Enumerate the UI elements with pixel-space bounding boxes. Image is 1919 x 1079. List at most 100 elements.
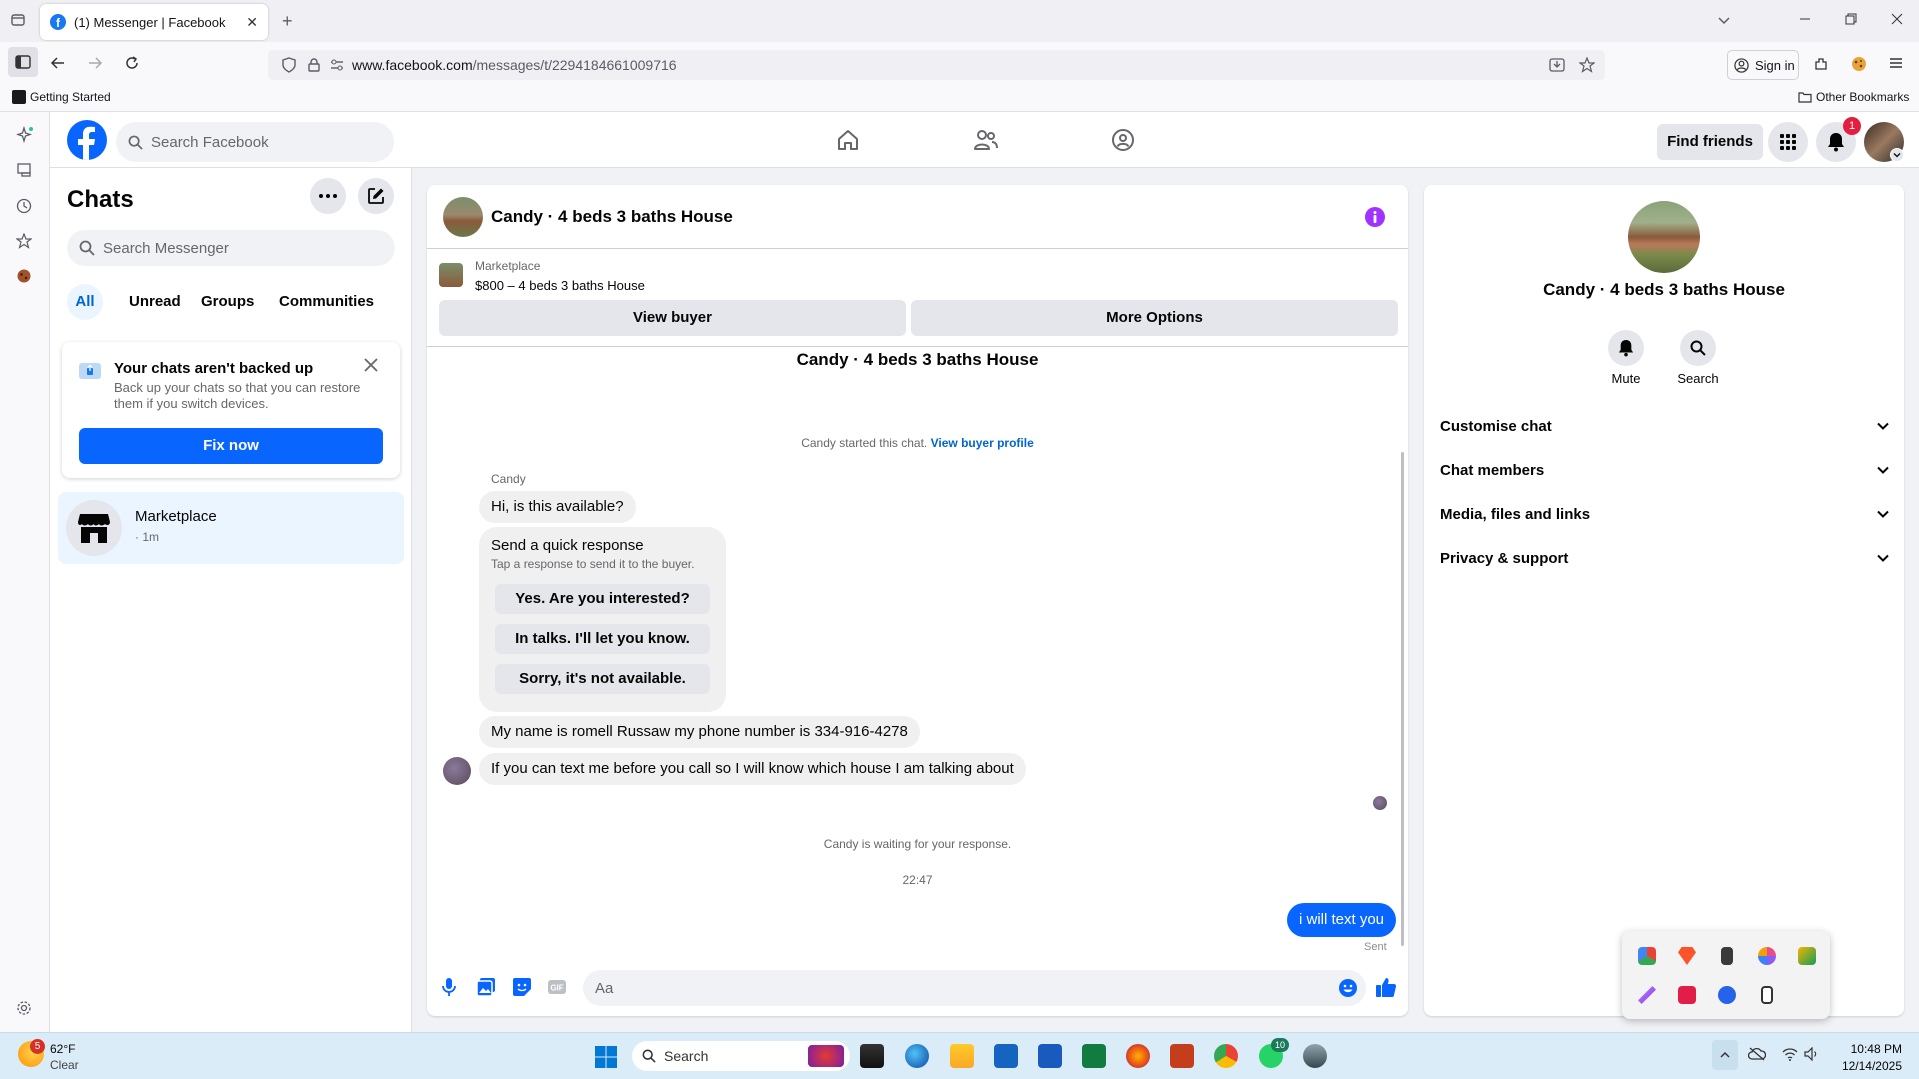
menu-grid-button[interactable] <box>1768 122 1808 162</box>
sign-in-button[interactable]: Sign in <box>1727 50 1799 80</box>
privacy-support-section[interactable]: Privacy & support <box>1440 540 1890 576</box>
quick-reply-in-talks-button[interactable]: In talks. I'll let you know. <box>495 624 710 654</box>
history-icon[interactable] <box>16 198 32 214</box>
messages-scrollbar[interactable] <box>1401 452 1404 946</box>
facebook-search-input[interactable]: Search Facebook <box>116 122 394 162</box>
message-bubble-incoming[interactable]: Hi, is this available? <box>479 491 636 523</box>
shield-icon[interactable] <box>282 57 296 73</box>
browser-tab-active[interactable]: f (1) Messenger | Facebook ✕ <box>40 4 268 40</box>
info-icon[interactable] <box>1364 206 1386 228</box>
gif-icon[interactable]: GIF <box>547 979 567 995</box>
view-buyer-button[interactable]: View buyer <box>439 300 906 336</box>
chrome-icon[interactable] <box>1214 1044 1238 1068</box>
excel-icon[interactable] <box>1082 1044 1106 1068</box>
task-view-icon[interactable] <box>860 1044 884 1068</box>
quick-reply-not-available-button[interactable]: Sorry, it's not available. <box>495 664 710 694</box>
message-bubble-incoming[interactable]: My name is romell Russaw my phone number… <box>479 716 920 748</box>
tab-list-icon[interactable] <box>10 12 26 28</box>
chat-list-item-marketplace[interactable]: Marketplace · 1m <box>58 492 404 564</box>
filter-groups-tab[interactable]: Groups <box>195 284 260 320</box>
listing-text[interactable]: $800 – 4 beds 3 baths House <box>475 278 645 293</box>
account-chevron-icon[interactable] <box>1890 148 1904 162</box>
word-icon[interactable] <box>1038 1044 1062 1068</box>
weather-desc[interactable]: Clear <box>50 1058 79 1072</box>
message-composer-input[interactable]: Aa <box>583 970 1366 1006</box>
search-in-conversation-button[interactable] <box>1680 330 1716 366</box>
restore-icon[interactable] <box>1844 12 1858 26</box>
message-bubble-incoming[interactable]: If you can text me before you call so I … <box>479 753 1026 785</box>
chat-members-section[interactable]: Chat members <box>1440 452 1890 488</box>
synced-tabs-icon[interactable] <box>16 162 32 178</box>
mute-button[interactable] <box>1608 330 1644 366</box>
taskbar-search-box[interactable]: Search <box>632 1041 850 1071</box>
voice-clip-icon[interactable] <box>441 977 457 997</box>
sender-avatar[interactable] <box>443 757 471 785</box>
messenger-search-input[interactable]: Search Messenger <box>67 230 395 266</box>
bookmark-star-icon[interactable] <box>1579 57 1595 73</box>
brave-tray-icon[interactable] <box>1678 947 1696 965</box>
show-hidden-icons-button[interactable] <box>1712 1040 1738 1070</box>
close-icon[interactable] <box>364 358 378 372</box>
forward-icon[interactable] <box>87 55 103 71</box>
extension-cookie-icon[interactable] <box>1850 55 1868 73</box>
security-tray-icon[interactable] <box>1718 986 1736 1004</box>
permissions-icon[interactable] <box>330 59 344 71</box>
emoji-icon[interactable] <box>1338 978 1358 998</box>
message-bubble-outgoing[interactable]: i will text you <box>1287 903 1397 937</box>
cookie-extension-icon[interactable] <box>16 268 32 284</box>
back-icon[interactable] <box>50 55 66 71</box>
save-to-pocket-icon[interactable] <box>1549 57 1565 73</box>
new-tab-icon[interactable]: + <box>282 12 293 30</box>
filter-communities-tab[interactable]: Communities <box>273 284 380 320</box>
chrome-tray-icon[interactable] <box>1638 947 1656 965</box>
customise-chat-section[interactable]: Customise chat <box>1440 408 1890 444</box>
onedrive-offline-icon[interactable] <box>1748 1047 1766 1061</box>
edge-icon[interactable] <box>905 1044 929 1068</box>
new-message-button[interactable] <box>358 178 394 214</box>
tab-close-icon[interactable]: ✕ <box>246 14 258 31</box>
minimize-icon[interactable] <box>1798 12 1812 26</box>
usb-device-tray-icon[interactable] <box>1721 947 1733 965</box>
volume-icon[interactable] <box>1804 1047 1820 1061</box>
wifi-icon[interactable] <box>1782 1047 1798 1061</box>
view-buyer-profile-link[interactable]: View buyer profile <box>931 436 1034 450</box>
bookmarks-star-icon[interactable] <box>16 233 32 249</box>
listing-image[interactable] <box>439 263 463 287</box>
menu-hamburger-icon[interactable] <box>1889 56 1903 70</box>
reload-icon[interactable] <box>124 55 140 71</box>
chats-options-button[interactable] <box>310 178 346 214</box>
pdf-tray-icon[interactable] <box>1678 986 1696 1004</box>
more-options-button[interactable]: More Options <box>911 300 1398 336</box>
url-bar[interactable]: www.facebook.com/messages/t/229418466100… <box>268 50 1605 80</box>
lock-icon[interactable] <box>308 58 320 72</box>
sticker-icon[interactable] <box>512 977 532 997</box>
friends-nav-icon[interactable] <box>973 128 999 152</box>
customize-sidebar-gear-icon[interactable] <box>16 1000 32 1016</box>
sidebar-toggle-icon[interactable] <box>8 47 38 77</box>
facebook-logo-icon[interactable] <box>67 120 107 160</box>
firefox-icon[interactable] <box>1126 1044 1150 1068</box>
groups-nav-icon[interactable] <box>1111 128 1135 152</box>
pen-tray-icon[interactable] <box>1638 986 1656 1004</box>
fix-now-button[interactable]: Fix now <box>79 428 383 464</box>
listing-thumbnail-avatar[interactable] <box>443 197 483 237</box>
home-nav-icon[interactable] <box>836 128 860 152</box>
clock-date[interactable]: 12/14/2025 <box>1832 1059 1902 1073</box>
close-window-icon[interactable] <box>1890 12 1904 26</box>
app-icon[interactable] <box>1303 1044 1327 1068</box>
find-friends-button[interactable]: Find friends <box>1657 124 1763 160</box>
media-files-links-section[interactable]: Media, files and links <box>1440 496 1890 532</box>
file-explorer-icon[interactable] <box>950 1044 974 1068</box>
removable-drive-tray-icon[interactable] <box>1761 986 1773 1004</box>
filter-all-tab[interactable]: All <box>67 284 103 320</box>
attach-photo-icon[interactable] <box>476 977 496 997</box>
contact-avatar[interactable] <box>1628 201 1700 273</box>
other-bookmarks[interactable]: Other Bookmarks <box>1798 90 1909 104</box>
filter-unread-tab[interactable]: Unread <box>123 284 187 320</box>
like-thumbs-up-icon[interactable] <box>1375 976 1397 998</box>
clock-time[interactable]: 10:48 PM <box>1832 1042 1902 1056</box>
conversation-title[interactable]: Candy · 4 beds 3 baths House <box>491 207 733 227</box>
bookmark-getting-started[interactable]: Getting Started <box>12 90 111 104</box>
tab-overflow-chevron-icon[interactable] <box>1716 12 1732 28</box>
weather-temp[interactable]: 62°F <box>50 1042 75 1056</box>
